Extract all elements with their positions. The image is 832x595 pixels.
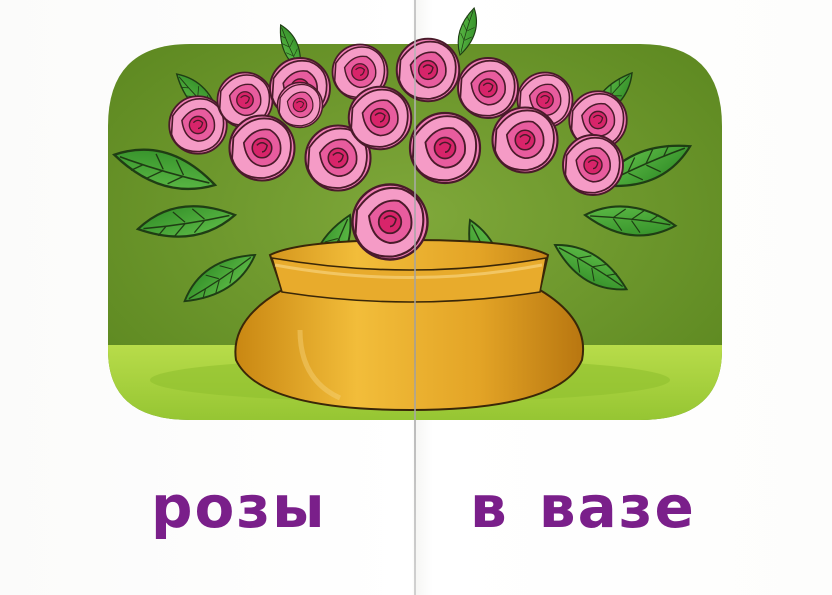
vase xyxy=(234,238,585,412)
picture-card: розы в вазе xyxy=(0,0,832,595)
caption-left-word: розы xyxy=(151,473,327,541)
caption-right-word: в вазе xyxy=(470,473,696,541)
card-fold-line xyxy=(414,0,416,595)
roses-in-vase-illustration xyxy=(108,5,722,420)
